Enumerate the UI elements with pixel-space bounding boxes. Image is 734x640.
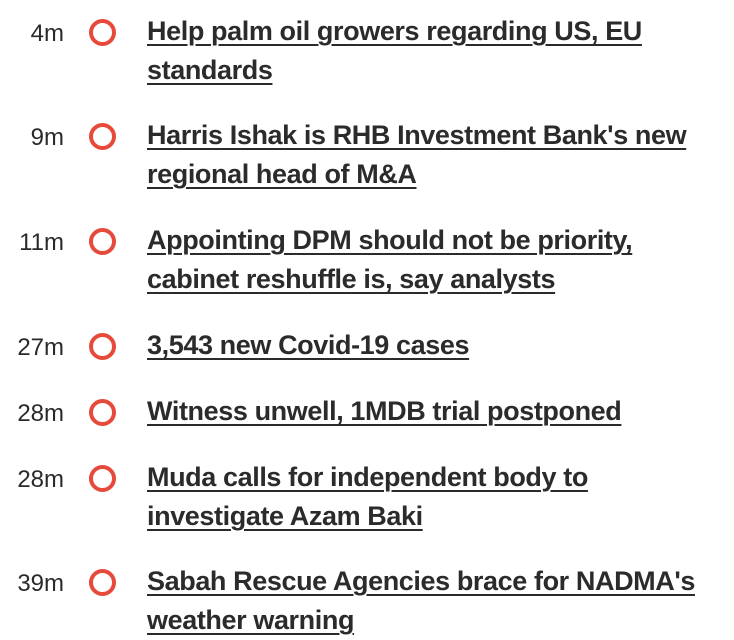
circle-outline-icon <box>89 465 116 492</box>
circle-outline-icon <box>89 569 116 596</box>
news-time: 11m <box>19 229 64 256</box>
news-time: 28m <box>17 400 64 427</box>
news-headline-link[interactable]: Harris Ishak is RHB Investment Bank's ne… <box>147 116 727 194</box>
news-headline-link[interactable]: Appointing DPM should not be priority, c… <box>147 221 727 299</box>
news-time: 9m <box>30 124 64 151</box>
news-headline-link[interactable]: Help palm oil growers regarding US, EU s… <box>147 12 727 90</box>
circle-outline-icon <box>89 19 116 46</box>
circle-outline-icon <box>89 228 116 255</box>
circle-outline-icon <box>89 333 116 360</box>
circle-outline-icon <box>89 123 116 150</box>
news-headline-link[interactable]: Witness unwell, 1MDB trial postponed <box>147 392 727 431</box>
news-headline-link[interactable]: 3,543 new Covid-19 cases <box>147 326 727 365</box>
news-time: 27m <box>17 334 64 361</box>
news-time: 39m <box>17 570 64 597</box>
news-headline-link[interactable]: Muda calls for independent body to inves… <box>147 458 727 536</box>
news-time: 28m <box>17 466 64 493</box>
news-time: 4m <box>30 20 64 47</box>
news-headline-link[interactable]: Sabah Rescue Agencies brace for NADMA's … <box>147 562 727 640</box>
circle-outline-icon <box>89 399 116 426</box>
